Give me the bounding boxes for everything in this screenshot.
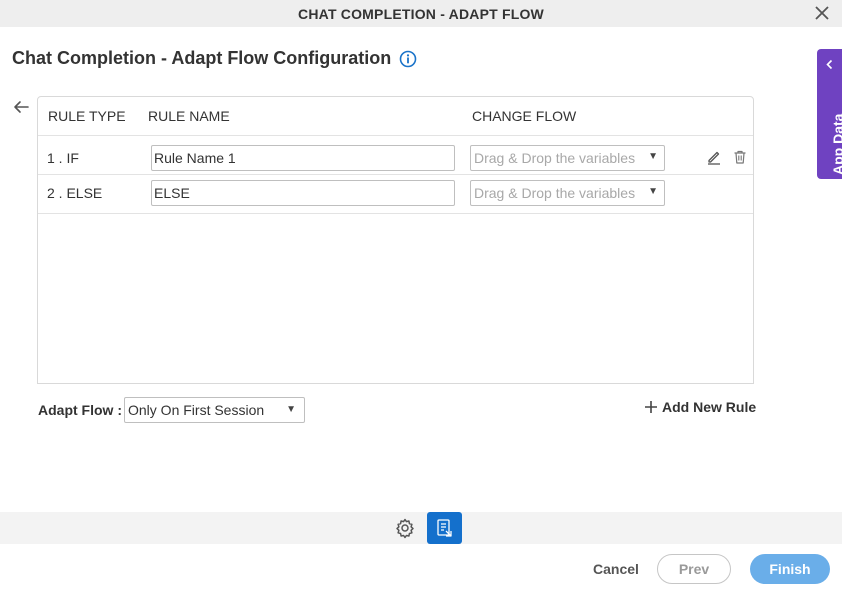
header-rule-type: RULE TYPE: [48, 108, 126, 124]
cancel-button[interactable]: Cancel: [593, 561, 639, 577]
caret-down-icon: ▼: [648, 151, 658, 162]
dialog-titlebar: CHAT COMPLETION - ADAPT FLOW: [0, 0, 842, 27]
change-flow-select[interactable]: Drag & Drop the variables ▼: [470, 145, 665, 171]
document-icon[interactable]: [427, 512, 462, 544]
bottom-toolbar: [0, 512, 842, 544]
plus-icon: [645, 401, 657, 413]
app-data-label: App Data: [830, 113, 842, 175]
close-icon[interactable]: [812, 3, 832, 23]
delete-icon[interactable]: [732, 149, 748, 165]
gear-icon[interactable]: [394, 517, 416, 539]
rule-type-cell: 2 . ELSE: [47, 185, 103, 201]
rule-type-cell: 1 . IF: [47, 150, 79, 166]
page-title: Chat Completion - Adapt Flow Configurati…: [12, 48, 417, 69]
add-new-rule-button[interactable]: Add New Rule: [644, 399, 756, 415]
change-flow-placeholder: Drag & Drop the variables: [474, 185, 636, 201]
adapt-flow-select[interactable]: Only On First Session ▼: [124, 397, 305, 423]
chevron-left-icon: [826, 59, 833, 70]
caret-down-icon: ▼: [648, 186, 658, 197]
edit-icon[interactable]: [706, 149, 722, 165]
adapt-flow-label: Adapt Flow :: [38, 402, 122, 418]
change-flow-placeholder: Drag & Drop the variables: [474, 150, 636, 166]
back-arrow-icon[interactable]: [12, 98, 30, 116]
rules-table: RULE TYPE RULE NAME CHANGE FLOW 1 . IF D…: [37, 96, 754, 384]
page-title-text: Chat Completion - Adapt Flow Configurati…: [12, 48, 392, 68]
header-change-flow: CHANGE FLOW: [472, 108, 577, 124]
rule-name-input[interactable]: [151, 180, 455, 206]
rules-table-header: RULE TYPE RULE NAME CHANGE FLOW: [38, 97, 753, 136]
adapt-flow-value: Only On First Session: [128, 402, 265, 418]
rule-name-input[interactable]: [151, 145, 455, 171]
dialog-title: CHAT COMPLETION - ADAPT FLOW: [298, 5, 544, 22]
add-new-rule-label: Add New Rule: [662, 399, 757, 415]
change-flow-select[interactable]: Drag & Drop the variables ▼: [470, 180, 665, 206]
app-data-panel-tab[interactable]: App Data: [817, 49, 842, 179]
prev-button[interactable]: Prev: [657, 554, 731, 584]
info-icon[interactable]: [399, 50, 417, 68]
caret-down-icon: ▼: [286, 404, 296, 415]
finish-button[interactable]: Finish: [750, 554, 830, 584]
header-rule-name: RULE NAME: [148, 108, 230, 124]
table-row: 2 . ELSE Drag & Drop the variables ▼: [38, 175, 753, 214]
row-actions: [706, 149, 748, 165]
table-row: 1 . IF Drag & Drop the variables ▼: [38, 136, 753, 175]
